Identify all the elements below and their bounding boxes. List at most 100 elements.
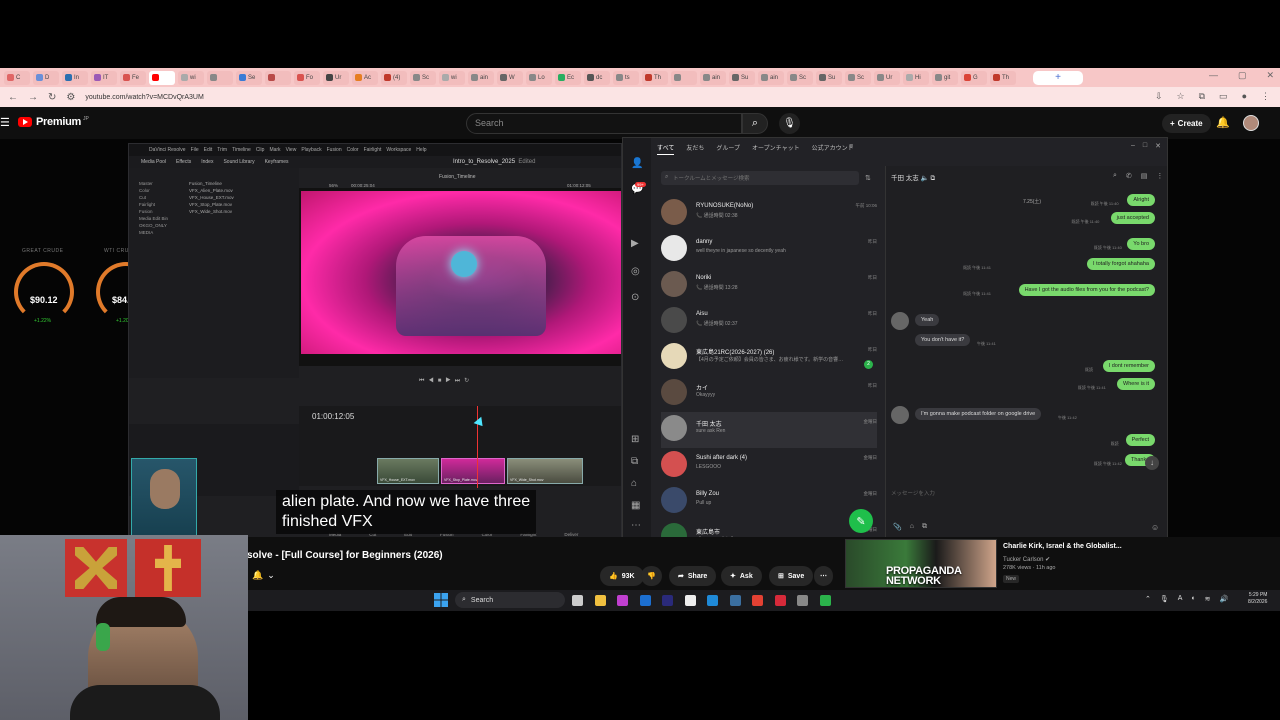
browser-tab[interactable]: ain [468,70,494,85]
keep-icon[interactable]: ⌂ [910,523,914,531]
minimize-icon[interactable]: – [1131,142,1135,150]
resolve-menu-item[interactable]: Edit [204,147,213,153]
line-tab[interactable]: オープンチャット [752,143,800,155]
emoji-icon[interactable]: ☺ [1151,523,1159,532]
dislike-button[interactable]: 👎 [641,566,662,586]
line-tab[interactable]: グループ [716,143,740,155]
message-input[interactable]: メッセージを入力 [891,489,935,497]
scroll-down-icon[interactable]: ↓ [1145,456,1159,470]
notifications-bell-icon[interactable]: 🔔 [1216,116,1230,129]
browser-tab[interactable]: Ac [352,70,378,85]
browser-tab[interactable]: ts [613,70,639,85]
chat-list-item[interactable]: RYUNOSUKE(NoNo) 📞 通話時間 02:38 午前 10:06 [661,196,877,232]
site-info-icon[interactable]: ⚙ [66,92,75,103]
resolve-menu-item[interactable]: Help [416,147,426,153]
resolve-toolbar-item[interactable]: Media Pool [141,159,166,165]
browser-tab[interactable] [265,70,291,85]
chat-list-item[interactable]: 東広島21RC(2026-2027) (26) 【4月の予定ご依頼】会員の皆さま、… [661,340,877,376]
resolve-menu-item[interactable]: Clip [256,147,265,153]
browser-tab[interactable]: Sc [787,70,813,85]
line-icon[interactable] [819,595,831,606]
search-icon[interactable]: ⌕ [1113,172,1117,180]
search-input[interactable]: Search [466,113,742,134]
notes-icon[interactable]: ▤ [1141,172,1148,180]
browser-tab[interactable]: git [932,70,958,85]
chat-list-item[interactable]: カイ Okayyyy 昨日 [661,376,877,412]
browser-tab[interactable]: Fe [120,70,146,85]
resolve-menu-item[interactable]: Timeline [232,147,251,153]
resolve-menu-item[interactable]: File [191,147,199,153]
mic-tray-icon[interactable]: 🎙 [1160,595,1169,603]
chat-list-item[interactable]: danny well theyre in japanese so decently… [661,232,877,268]
new-chat-button[interactable]: ✎ [849,509,873,533]
obs-icon[interactable] [797,595,808,606]
clip-item[interactable]: VFX_Alien_Plate.mov [129,187,294,194]
browser-tab[interactable] [149,70,175,85]
bin-item[interactable]: MEDIA [133,229,174,236]
create-button[interactable]: + Create [1162,114,1211,133]
mute-icon[interactable]: 🔈 [921,175,929,182]
chat-list-item[interactable]: Sushi after dark (4) LESGOOO 金曜日 [661,448,877,484]
task-view-icon[interactable] [572,595,583,606]
hamburger-menu-icon[interactable]: ☰ [0,116,10,129]
line-tab[interactable]: すべて [657,143,675,155]
resolve-menu-item[interactable]: Trim [217,147,227,153]
resolve-menu-item[interactable]: View [286,147,297,153]
close-icon[interactable]: ✕ [1155,142,1161,150]
browser-tab[interactable]: Th [642,70,668,85]
friends-icon[interactable]: 👤 [631,158,643,169]
recommended-title[interactable]: Charlie Kirk, Israel & the Globalist... [1003,543,1122,550]
browser-tab[interactable]: IT [91,70,117,85]
recommended-thumbnail[interactable]: PROPAGANDA NETWORK [845,539,997,588]
browser-tab[interactable]: In [62,70,88,85]
attach-icon[interactable]: 📎 [893,523,902,531]
sort-icon[interactable]: ⇅ [865,174,871,182]
chevron-down-icon[interactable]: ⌄ [267,570,275,581]
steam-icon[interactable] [729,595,741,606]
resolve-menu-item[interactable]: Mark [269,147,280,153]
share-button[interactable]: ➦ Share [669,566,717,586]
screenshot-icon[interactable]: ⧉ [922,523,927,531]
browser-tab[interactable]: Th [990,70,1016,85]
resolve-toolbar-item[interactable]: Index [201,159,213,165]
add-icon[interactable]: ⊞ [631,434,639,445]
browser-tab[interactable]: ain [758,70,784,85]
browser-tab[interactable]: Sc [410,70,436,85]
filter-icon[interactable]: ≡ [849,143,853,150]
browser-tab[interactable]: wi [178,70,204,85]
extensions-icon[interactable]: ⧉ [1199,91,1205,102]
browser-tab[interactable] [671,70,697,85]
browser-tab[interactable]: G [961,70,987,85]
resolve-toolbar-item[interactable]: Keyframes [265,159,289,165]
browser-tab[interactable]: C [4,70,30,85]
line-tab[interactable]: 公式アカウント [812,143,854,155]
font-icon[interactable]: A [1178,595,1183,603]
chat-list-item[interactable]: Billy Zou Pull up 金曜日 [661,484,877,520]
chat-list-item[interactable]: Aisu 📞 通話時間 02:37 昨日 [661,304,877,340]
menu-icon[interactable]: ⋮ [1156,172,1163,180]
maximize-icon[interactable]: ▢ [1238,70,1247,81]
more-actions-button[interactable]: ⋯ [814,566,833,586]
resolve-menu-item[interactable]: Fairlight [364,147,382,153]
premiere-icon[interactable] [662,595,673,606]
openchat-icon[interactable]: ◎ [631,266,640,277]
resolve-menu-item[interactable]: Fusion [327,147,342,153]
youtube-premium-logo[interactable]: Premium JP [18,116,89,128]
bell-icon[interactable]: 🔔 [252,570,263,581]
ask-button[interactable]: ✦ Ask [721,566,762,586]
volume-icon[interactable]: 🔊 [1220,595,1229,603]
call-icon[interactable]: ✆ [1126,172,1132,180]
services-icon[interactable]: ⊙ [631,292,639,303]
save-button[interactable]: ⊞ Save [769,566,814,586]
link-icon[interactable]: ⧉ [931,175,936,182]
browser-tab[interactable]: Hi [903,70,929,85]
edge-icon[interactable] [707,595,718,606]
resolve-toolbar-item[interactable]: Effects [176,159,191,165]
back-icon[interactable]: ← [8,92,18,103]
file-explorer-icon[interactable] [594,595,606,606]
chevron-up-icon[interactable]: ⌃ [1145,595,1151,603]
like-button[interactable]: 👍 93K [600,566,644,586]
clip-item[interactable]: VFX_Stop_Plate.mov [129,201,294,208]
recommended-channel[interactable]: Tucker Carlson ✔ [1003,556,1050,563]
install-icon[interactable]: ⇩ [1155,91,1163,102]
